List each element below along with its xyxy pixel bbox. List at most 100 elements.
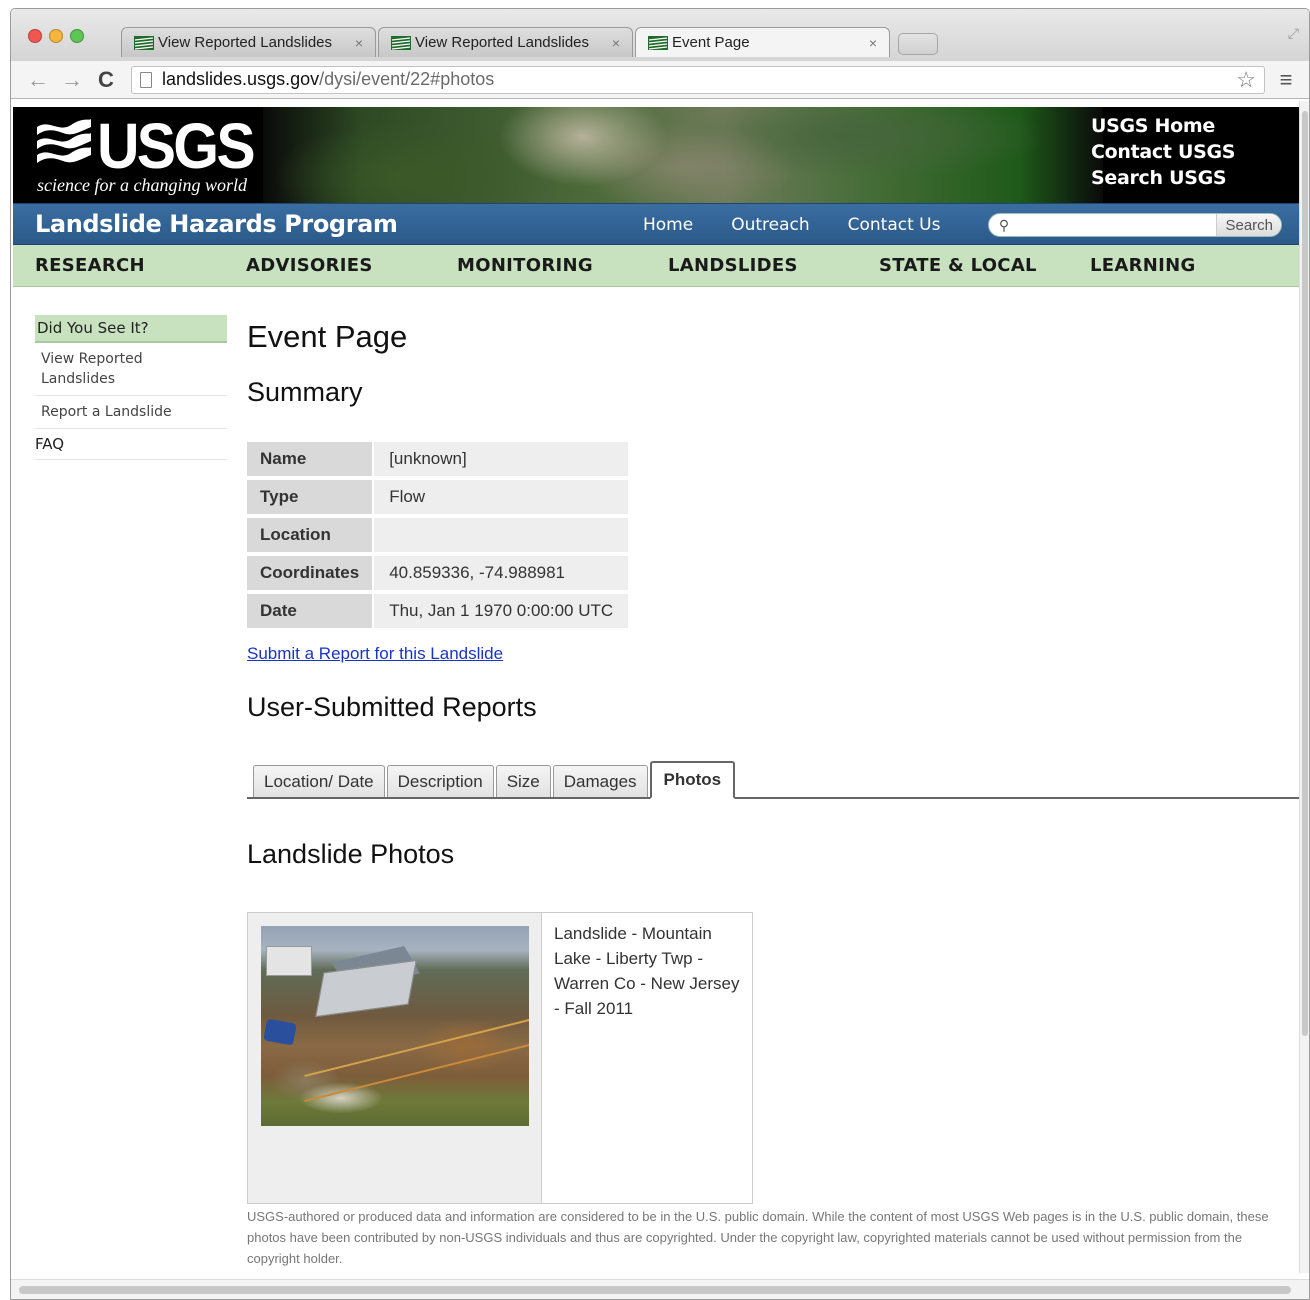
table-row: Name [unknown] (247, 442, 629, 476)
browser-window: View Reported Landslides × View Reported… (10, 8, 1310, 1300)
summary-heading: Summary (247, 377, 363, 407)
summary-value: 40.859336, -74.988981 (374, 556, 629, 590)
search-icon: ⚲ (998, 216, 1010, 233)
summary-table: Name [unknown] Type Flow Location Coordi… (245, 438, 630, 632)
sidebar-item-report-landslide[interactable]: Report a Landslide (35, 396, 227, 429)
copyright-disclaimer: USGS-authored or produced data and infor… (247, 1209, 1269, 1266)
horizontal-scrollbar[interactable] (11, 1279, 1309, 1299)
sidebar-item-view-reported[interactable]: View Reported Landslides (35, 343, 227, 396)
report-tabs: Location/ Date Description Size Damages … (247, 761, 1299, 799)
summary-label: Name (247, 442, 373, 476)
nav-outreach[interactable]: Outreach (731, 215, 809, 235)
browser-tab-2[interactable]: View Reported Landslides × (378, 27, 633, 57)
nav-home[interactable]: Home (643, 215, 693, 235)
summary-label: Location (247, 518, 373, 552)
browser-tab-strip: View Reported Landslides × View Reported… (121, 27, 938, 57)
page-title: Event Page (247, 319, 408, 354)
main-nav-monitoring[interactable]: MONITORING (457, 255, 593, 276)
browser-menu-icon[interactable]: ≡ (1273, 67, 1299, 93)
usgs-favicon-icon (648, 35, 668, 50)
summary-value: [unknown] (374, 442, 629, 476)
table-row: Location (247, 518, 629, 552)
tab-title: View Reported Landslides (415, 34, 590, 51)
main-nav: RESEARCH ADVISORIES MONITORING LANDSLIDE… (13, 245, 1299, 287)
close-window-button[interactable] (28, 29, 42, 43)
new-tab-button[interactable] (898, 33, 938, 55)
summary-label: Coordinates (247, 556, 373, 590)
reload-button[interactable]: C (89, 67, 123, 93)
program-title[interactable]: Landslide Hazards Program (35, 210, 398, 238)
main-nav-state-local[interactable]: STATE & LOCAL (879, 255, 1037, 276)
main-content: Event Page Summary Name [unknown] Type F… (245, 311, 1299, 1269)
sidebar: Did You See It? View Reported Landslides… (35, 315, 227, 460)
tab-title: View Reported Landslides (158, 34, 333, 51)
tab-close-icon[interactable]: × (355, 35, 363, 51)
sidebar-did-you-see-it[interactable]: Did You See It? (35, 315, 227, 343)
tab-close-icon[interactable]: × (612, 35, 620, 51)
summary-label: Type (247, 480, 373, 514)
usgs-logo[interactable]: USGS science for a changing world (35, 110, 275, 197)
usgs-favicon-icon (134, 35, 154, 50)
contact-usgs-link[interactable]: Contact USGS (1091, 141, 1235, 163)
page-viewport: USGS science for a changing world USGS H… (11, 101, 1299, 1273)
tab-photos[interactable]: Photos (649, 761, 736, 799)
search-button[interactable]: Search (1216, 214, 1281, 236)
tab-title: Event Page (672, 34, 750, 51)
forward-button[interactable]: → (55, 67, 89, 93)
usgs-logo-text: USGS (97, 110, 256, 182)
summary-value: Thu, Jan 1 1970 0:00:00 UTC (374, 594, 629, 628)
usgs-wave-logo-icon (37, 119, 91, 163)
tab-location-date[interactable]: Location/ Date (253, 765, 385, 797)
browser-tab-active[interactable]: Event Page × (635, 27, 890, 57)
submit-report-link[interactable]: Submit a Report for this Landslide (247, 644, 503, 664)
table-row: Coordinates 40.859336, -74.988981 (247, 556, 629, 590)
page-icon (140, 71, 152, 88)
site-search: ⚲ Search (988, 213, 1282, 237)
table-row: Type Flow (247, 480, 629, 514)
tab-close-icon[interactable]: × (869, 35, 877, 51)
usgs-banner: USGS science for a changing world USGS H… (13, 107, 1299, 203)
main-nav-landslides[interactable]: LANDSLIDES (668, 255, 798, 276)
landslide-banner-image (263, 107, 1103, 203)
usgs-home-link[interactable]: USGS Home (1091, 115, 1235, 137)
table-row: Date Thu, Jan 1 1970 0:00:00 UTC (247, 594, 629, 628)
browser-tab-1[interactable]: View Reported Landslides × (121, 27, 376, 57)
tab-damages[interactable]: Damages (552, 765, 648, 797)
vertical-scrollbar[interactable] (1299, 101, 1309, 1273)
summary-label: Date (247, 594, 373, 628)
url-host: landslides.usgs.gov (162, 69, 320, 89)
sidebar-item-faq[interactable]: FAQ (35, 429, 227, 460)
top-nav: Home Outreach Contact Us (643, 215, 941, 235)
back-button[interactable]: ← (21, 67, 55, 93)
summary-value (374, 518, 629, 552)
photo-caption: Landslide - Mountain Lake - Liberty Twp … (554, 924, 740, 1018)
main-nav-research[interactable]: RESEARCH (35, 255, 145, 276)
zoom-window-button[interactable] (70, 29, 84, 43)
usgs-favicon-icon (391, 35, 411, 50)
photo-cell (248, 913, 542, 1203)
photo-entry: Landslide - Mountain Lake - Liberty Twp … (247, 912, 753, 1204)
browser-toolbar: ← → C landslides.usgs.gov/dysi/event/22#… (11, 61, 1309, 99)
nav-contact-us[interactable]: Contact Us (848, 215, 941, 235)
landslide-photos-heading: Landslide Photos (247, 839, 455, 869)
search-input[interactable] (1015, 215, 1217, 235)
bookmark-star-icon[interactable]: ☆ (1236, 67, 1256, 93)
address-bar[interactable]: landslides.usgs.gov/dysi/event/22#photos… (131, 65, 1265, 94)
url-path: /dysi/event/22#photos (319, 69, 495, 89)
search-usgs-link[interactable]: Search USGS (1091, 167, 1235, 189)
tab-size[interactable]: Size (495, 765, 551, 797)
program-bar: Landslide Hazards Program Home Outreach … (13, 203, 1299, 245)
fullscreen-icon[interactable]: ⤢ (1288, 25, 1299, 42)
banner-links: USGS Home Contact USGS Search USGS (1091, 115, 1235, 189)
scrollbar-thumb[interactable] (19, 1286, 1291, 1294)
tab-description[interactable]: Description (386, 765, 494, 797)
usgs-tagline: science for a changing world (37, 175, 247, 195)
summary-value: Flow (374, 480, 629, 514)
main-nav-advisories[interactable]: ADVISORIES (246, 255, 373, 276)
user-reports-heading: User-Submitted Reports (247, 692, 537, 722)
landslide-photo[interactable] (261, 926, 529, 1126)
main-nav-learning[interactable]: LEARNING (1090, 255, 1196, 276)
window-controls (28, 29, 84, 43)
minimize-window-button[interactable] (49, 29, 63, 43)
scrollbar-thumb[interactable] (1302, 111, 1308, 1036)
